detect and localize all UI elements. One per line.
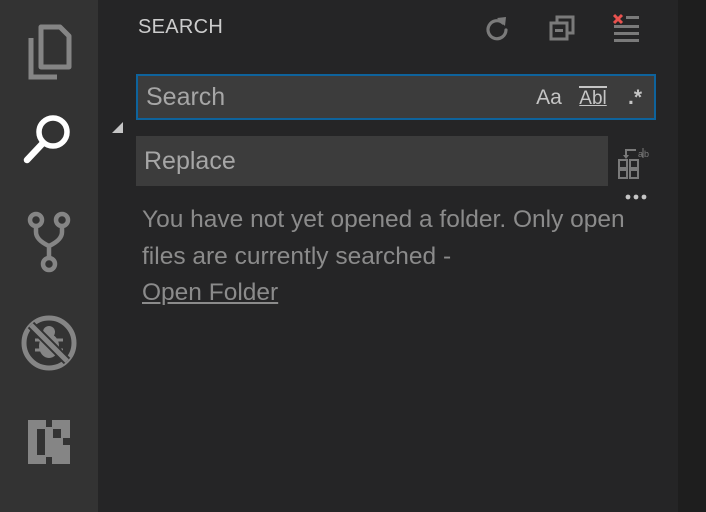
collapse-all-icon [549,15,575,41]
search-field: Aa Abl .* [136,74,656,120]
search-input[interactable] [138,76,523,118]
match-case-toggle[interactable]: Aa [532,83,566,113]
no-folder-text: You have not yet opened a folder. Only o… [142,206,625,270]
search-icon [23,115,70,164]
refresh-button[interactable] [479,10,515,46]
activity-search[interactable] [0,90,98,190]
clear-results-button[interactable] [608,10,644,46]
activity-debug[interactable] [0,293,98,393]
regex-toggle[interactable]: .* [620,83,650,113]
git-branch-icon [27,211,71,273]
editor-area [678,0,706,512]
svg-text:a: a [638,149,643,159]
toggle-replace-icon[interactable] [110,120,124,134]
whole-word-label: Abl [579,86,607,109]
match-case-label: Aa [536,86,562,109]
svg-text:b: b [644,149,649,159]
files-icon [28,24,72,80]
activity-source-control[interactable] [0,192,98,292]
activity-extensions[interactable] [0,392,98,492]
vscode-window: SEARCH Search Aa Abl .* Replace a b You … [0,0,706,512]
refresh-icon [486,17,508,41]
open-folder-link[interactable]: Open Folder [142,279,278,306]
regex-label: .* [627,86,642,109]
no-folder-message: You have not yet opened a folder. Only o… [142,202,642,312]
extensions-icon [28,420,70,464]
whole-word-toggle[interactable]: Abl [576,83,610,113]
replace-field [136,136,608,186]
debug-disabled-icon [21,315,77,371]
search-view: SEARCH Search Aa Abl .* Replace a b You … [98,0,678,512]
view-title: SEARCH [138,16,224,38]
collapse-all-button[interactable] [544,10,580,46]
activity-explorer[interactable] [0,0,98,100]
activity-bar [0,0,98,512]
replace-input[interactable] [136,136,608,186]
clear-results-icon [612,13,639,42]
replace-all-icon[interactable]: a b [616,146,652,182]
